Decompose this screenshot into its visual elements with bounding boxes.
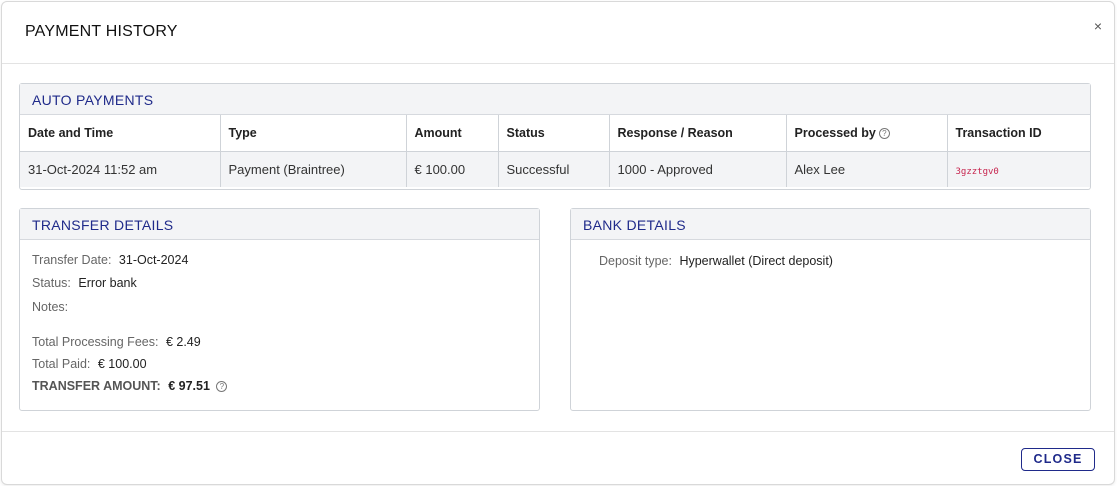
transfer-date-label: Transfer Date: bbox=[32, 253, 112, 267]
notes-row: Notes: bbox=[32, 300, 72, 314]
fees-row: Total Processing Fees: € 2.49 bbox=[32, 335, 201, 349]
column-header-response: Response / Reason bbox=[609, 115, 787, 152]
transfer-status-row: Status: Error bank bbox=[32, 276, 137, 290]
column-header-date-time: Date and Time bbox=[20, 115, 221, 152]
transaction-id-code[interactable]: 3gzztgv0 bbox=[956, 167, 999, 177]
cell-status: Successful bbox=[498, 151, 610, 187]
fees-label: Total Processing Fees: bbox=[32, 335, 159, 349]
notes-label: Notes: bbox=[32, 300, 69, 314]
transfer-status-label: Status: bbox=[32, 276, 71, 290]
payment-history-modal: PAYMENT HISTORY × AUTO PAYMENTS Date and… bbox=[1, 1, 1115, 485]
column-header-processed-by: Processed by? bbox=[786, 115, 948, 152]
help-icon[interactable]: ? bbox=[878, 127, 890, 139]
transfer-details-heading: TRANSFER DETAILS bbox=[20, 209, 539, 240]
column-header-status: Status bbox=[498, 115, 610, 152]
bank-details-panel: BANK DETAILS Deposit type: Hyperwallet (… bbox=[570, 208, 1091, 411]
cell-transaction-id: 3gzztgv0 bbox=[947, 151, 1090, 187]
modal-footer-divider bbox=[2, 431, 1114, 432]
transfer-status-value: Error bank bbox=[78, 276, 137, 290]
close-button[interactable]: CLOSE bbox=[1021, 448, 1095, 471]
transfer-amount-value: € 97.51 bbox=[168, 379, 210, 393]
deposit-type-value: Hyperwallet (Direct deposit) bbox=[679, 254, 833, 268]
table-row: 31-Oct-2024 11:52 am Payment (Braintree)… bbox=[20, 151, 1090, 187]
deposit-type-label: Deposit type: bbox=[599, 254, 672, 268]
help-icon[interactable]: ? bbox=[216, 381, 228, 392]
transfer-date-row: Transfer Date: 31-Oct-2024 bbox=[32, 253, 188, 267]
cell-processed-by: Alex Lee bbox=[786, 151, 948, 187]
table-header-row: Date and Time Type Amount Status Respons… bbox=[20, 115, 1090, 152]
paid-label: Total Paid: bbox=[32, 357, 91, 371]
cell-date-time: 31-Oct-2024 11:52 am bbox=[20, 151, 221, 187]
transfer-date-value: 31-Oct-2024 bbox=[118, 253, 189, 267]
cell-amount: € 100.00 bbox=[406, 151, 499, 187]
paid-row: Total Paid: € 100.00 bbox=[32, 357, 147, 371]
auto-payments-heading: AUTO PAYMENTS bbox=[20, 84, 1090, 115]
auto-payments-table: Date and Time Type Amount Status Respons… bbox=[20, 115, 1090, 187]
column-header-transaction-id: Transaction ID bbox=[947, 115, 1090, 152]
transfer-details-panel: TRANSFER DETAILS Transfer Date: 31-Oct-2… bbox=[19, 208, 540, 411]
column-header-processed-by-label: Processed by bbox=[794, 125, 876, 140]
cell-type: Payment (Braintree) bbox=[220, 151, 407, 187]
auto-payments-panel: AUTO PAYMENTS Date and Time Type Amount … bbox=[19, 83, 1091, 190]
paid-value: € 100.00 bbox=[97, 357, 147, 371]
column-header-type: Type bbox=[220, 115, 407, 152]
modal-header: PAYMENT HISTORY × bbox=[2, 2, 1114, 64]
bank-details-heading: BANK DETAILS bbox=[571, 209, 1090, 240]
deposit-type-row: Deposit type: Hyperwallet (Direct deposi… bbox=[599, 254, 833, 268]
fees-value: € 2.49 bbox=[165, 335, 201, 349]
column-header-amount: Amount bbox=[406, 115, 499, 152]
modal-title: PAYMENT HISTORY bbox=[25, 23, 178, 40]
transfer-amount-row: TRANSFER AMOUNT: € 97.51 ? bbox=[32, 379, 228, 393]
cell-response: 1000 - Approved bbox=[609, 151, 787, 187]
transfer-amount-label: TRANSFER AMOUNT: bbox=[32, 379, 161, 393]
close-icon[interactable]: × bbox=[1094, 19, 1102, 33]
